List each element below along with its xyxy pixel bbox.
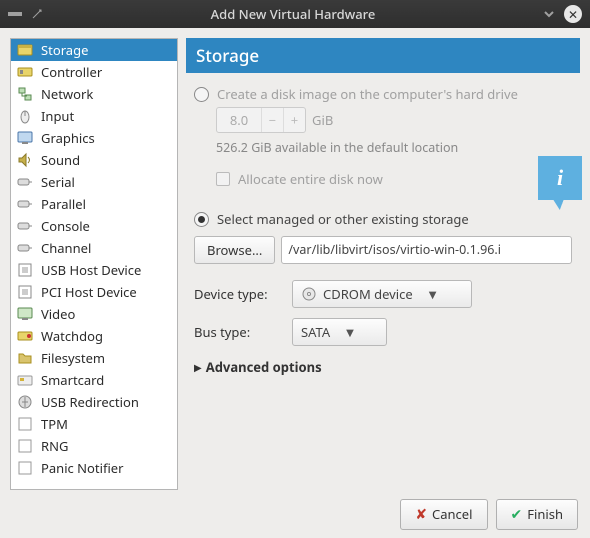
spinner-decrement: − (261, 108, 283, 132)
video-icon (17, 306, 33, 322)
chevron-down-icon: ▼ (429, 287, 437, 301)
spinner-increment: + (283, 108, 305, 132)
finish-icon: ✔ (511, 505, 523, 524)
serial-icon (17, 218, 33, 234)
titlebar: Add New Virtual Hardware ✕ (0, 0, 590, 28)
dialog-footer: ✘ Cancel ✔ Finish (0, 490, 590, 538)
controller-icon (17, 64, 33, 80)
expander-triangle-icon: ▶ (194, 360, 202, 374)
pin-icon[interactable] (30, 7, 44, 21)
bus-type-label: Bus type: (194, 323, 284, 341)
sidebar-item-usb-host-device[interactable]: USB Host Device (11, 259, 177, 281)
cdrom-icon (301, 286, 317, 302)
allocate-checkbox (216, 172, 230, 186)
app-menu-icon[interactable] (8, 7, 22, 21)
window-title: Add New Virtual Hardware (52, 5, 534, 23)
finish-button[interactable]: ✔ Finish (496, 499, 579, 530)
sidebar-item-controller[interactable]: Controller (11, 61, 177, 83)
bus-type-combo[interactable]: SATA ▼ (292, 318, 387, 346)
input-icon (17, 108, 33, 124)
available-space-label: 526.2 GiB available in the default locat… (216, 139, 572, 156)
generic-icon (17, 460, 33, 476)
advanced-options-expander[interactable]: ▶ Advanced options (194, 358, 572, 376)
chevron-down-icon: ▼ (346, 325, 354, 339)
sidebar-item-filesystem[interactable]: Filesystem (11, 347, 177, 369)
storage-icon (17, 42, 33, 58)
generic-icon (17, 416, 33, 432)
sidebar-item-rng[interactable]: RNG (11, 435, 177, 457)
disk-size-spinner: 8.0 − + (216, 107, 306, 133)
smartcard-icon (17, 372, 33, 388)
watchdog-icon (17, 328, 33, 344)
sidebar-item-graphics[interactable]: Graphics (11, 127, 177, 149)
sidebar-item-usb-redirection[interactable]: USB Redirection (11, 391, 177, 413)
close-icon[interactable]: ✕ (564, 5, 582, 23)
hardware-type-list[interactable]: StorageControllerNetworkInputGraphicsSou… (10, 38, 178, 490)
network-icon (17, 86, 33, 102)
managed-storage-label: Select managed or other existing storage (217, 210, 469, 228)
sidebar-item-video[interactable]: Video (11, 303, 177, 325)
generic-icon (17, 438, 33, 454)
fs-icon (17, 350, 33, 366)
serial-icon (17, 196, 33, 212)
usbredir-icon (17, 394, 33, 410)
create-disk-label: Create a disk image on the computer's ha… (217, 85, 518, 103)
sidebar-item-panic-notifier[interactable]: Panic Notifier (11, 457, 177, 479)
info-tooltip-icon[interactable]: i (538, 156, 582, 200)
sidebar-item-sound[interactable]: Sound (11, 149, 177, 171)
sidebar-item-storage[interactable]: Storage (11, 39, 177, 61)
advanced-options-label: Advanced options (206, 358, 322, 376)
browse-button[interactable]: Browse... (194, 236, 275, 264)
sidebar-item-pci-host-device[interactable]: PCI Host Device (11, 281, 177, 303)
sidebar-item-parallel[interactable]: Parallel (11, 193, 177, 215)
sidebar-item-serial[interactable]: Serial (11, 171, 177, 193)
sidebar-item-channel[interactable]: Channel (11, 237, 177, 259)
device-type-value: CDROM device (323, 285, 413, 303)
storage-path-input[interactable]: /var/lib/libvirt/isos/virtio-win-0.1.96.… (281, 236, 572, 264)
allocate-label: Allocate entire disk now (238, 170, 383, 188)
serial-icon (17, 174, 33, 190)
panel-heading: Storage (186, 38, 580, 73)
sidebar-item-console[interactable]: Console (11, 215, 177, 237)
cancel-button[interactable]: ✘ Cancel (400, 499, 487, 530)
managed-storage-radio[interactable] (194, 212, 209, 227)
device-type-label: Device type: (194, 285, 284, 303)
create-disk-radio (194, 87, 209, 102)
sidebar-item-watchdog[interactable]: Watchdog (11, 325, 177, 347)
host-icon (17, 284, 33, 300)
create-disk-option: Create a disk image on the computer's ha… (194, 85, 572, 103)
device-type-combo[interactable]: CDROM device ▼ (292, 280, 472, 308)
host-icon (17, 262, 33, 278)
bus-type-value: SATA (301, 323, 330, 341)
serial-icon (17, 240, 33, 256)
disk-size-value: 8.0 (217, 111, 261, 129)
sound-icon (17, 152, 33, 168)
sidebar-item-input[interactable]: Input (11, 105, 177, 127)
cancel-icon: ✘ (415, 505, 427, 524)
sidebar-item-network[interactable]: Network (11, 83, 177, 105)
sidebar-item-tpm[interactable]: TPM (11, 413, 177, 435)
minimize-icon[interactable] (542, 7, 556, 21)
size-unit-label: GiB (312, 111, 333, 129)
sidebar-item-smartcard[interactable]: Smartcard (11, 369, 177, 391)
graphics-icon (17, 130, 33, 146)
managed-storage-option[interactable]: Select managed or other existing storage (194, 210, 572, 228)
